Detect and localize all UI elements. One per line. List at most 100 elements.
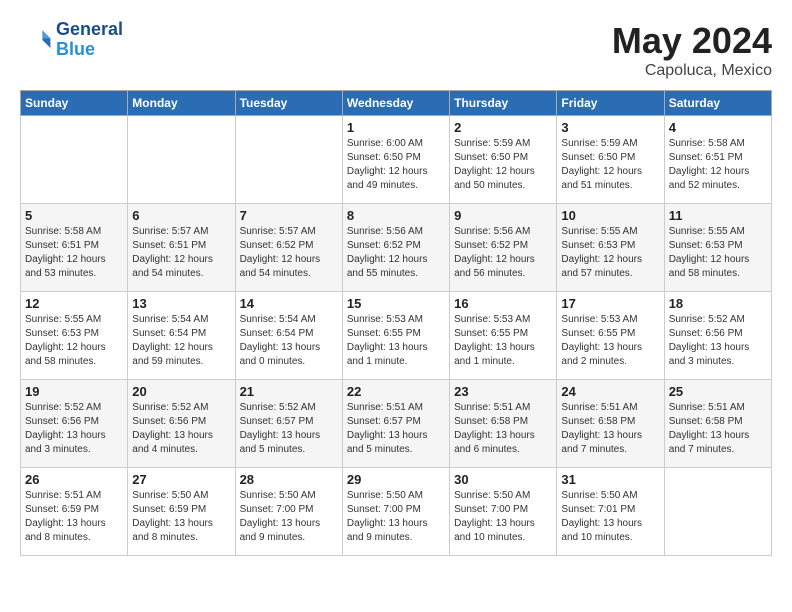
day-number: 10 [561,208,659,223]
calendar-cell: 3 Sunrise: 5:59 AMSunset: 6:50 PMDaylight… [557,116,664,204]
day-number: 21 [240,384,338,399]
day-info: Sunrise: 5:51 AMSunset: 6:59 PMDaylight:… [25,489,123,545]
calendar-cell [21,116,128,204]
calendar-week-row: 19 Sunrise: 5:52 AMSunset: 6:56 PMDayligh… [21,380,772,468]
day-number: 27 [132,472,230,487]
calendar-cell: 14Sunrise: 5:54 AMSunset: 6:54 PMDayligh… [235,292,342,380]
calendar-cell: 8 Sunrise: 5:56 AMSunset: 6:52 PMDaylight… [342,204,449,292]
location: Capoluca, Mexico [612,62,772,80]
day-info: Sunrise: 5:52 AMSunset: 6:57 PMDaylight:… [240,401,338,457]
day-info: Sunrise: 5:50 AMSunset: 7:00 PMDaylight:… [454,489,552,545]
day-info: Sunrise: 5:56 AMSunset: 6:52 PMDaylight:… [347,225,445,281]
day-info: Sunrise: 5:55 AMSunset: 6:53 PMDaylight:… [669,225,767,281]
day-info: Sunrise: 6:00 AMSunset: 6:50 PMDaylight:… [347,137,445,193]
day-number: 2 [454,120,552,135]
month-year: May 2024 [612,20,772,62]
day-number: 15 [347,296,445,311]
calendar-cell: 9Sunrise: 5:56 AMSunset: 6:52 PMDaylight… [450,204,557,292]
calendar-cell [664,468,771,556]
calendar-cell: 18Sunrise: 5:52 AMSunset: 6:56 PMDayligh… [664,292,771,380]
day-number: 7 [240,208,338,223]
calendar-cell: 4 Sunrise: 5:58 AMSunset: 6:51 PMDaylight… [664,116,771,204]
weekday-header-saturday: Saturday [664,91,771,116]
calendar-cell: 25 Sunrise: 5:51 AMSunset: 6:58 PMDayligh… [664,380,771,468]
day-info: Sunrise: 5:51 AMSunset: 6:58 PMDaylight:… [669,401,767,457]
day-info: Sunrise: 5:57 AMSunset: 6:52 PMDaylight:… [240,225,338,281]
day-info: Sunrise: 5:59 AMSunset: 6:50 PMDaylight:… [454,137,552,193]
logo-text-general: General [56,20,123,40]
calendar-cell: 21 Sunrise: 5:52 AMSunset: 6:57 PMDayligh… [235,380,342,468]
day-info: Sunrise: 5:52 AMSunset: 6:56 PMDaylight:… [132,401,230,457]
day-info: Sunrise: 5:55 AMSunset: 6:53 PMDaylight:… [561,225,659,281]
calendar-cell [235,116,342,204]
day-info: Sunrise: 5:50 AMSunset: 7:01 PMDaylight:… [561,489,659,545]
calendar-cell: 13 Sunrise: 5:54 AMSunset: 6:54 PMDayligh… [128,292,235,380]
logo-text-blue: Blue [56,40,123,60]
day-info: Sunrise: 5:59 AMSunset: 6:50 PMDaylight:… [561,137,659,193]
day-number: 18 [669,296,767,311]
calendar-cell: 20 Sunrise: 5:52 AMSunset: 6:56 PMDayligh… [128,380,235,468]
calendar-cell: 16 Sunrise: 5:53 AMSunset: 6:55 PMDayligh… [450,292,557,380]
weekday-header-wednesday: Wednesday [342,91,449,116]
day-number: 14 [240,296,338,311]
weekday-header-row: SundayMondayTuesdayWednesdayThursdayFrid… [21,91,772,116]
calendar-cell: 28Sunrise: 5:50 AMSunset: 7:00 PMDayligh… [235,468,342,556]
day-info: Sunrise: 5:56 AMSunset: 6:52 PMDaylight:… [454,225,552,281]
day-number: 17 [561,296,659,311]
day-number: 3 [561,120,659,135]
calendar-cell: 5 Sunrise: 5:58 AMSunset: 6:51 PMDaylight… [21,204,128,292]
calendar-table: SundayMondayTuesdayWednesdayThursdayFrid… [20,90,772,556]
day-number: 12 [25,296,123,311]
calendar-cell: 6 Sunrise: 5:57 AMSunset: 6:51 PMDaylight… [128,204,235,292]
calendar-cell: 10 Sunrise: 5:55 AMSunset: 6:53 PMDayligh… [557,204,664,292]
day-number: 26 [25,472,123,487]
day-info: Sunrise: 5:54 AMSunset: 6:54 PMDaylight:… [132,313,230,369]
day-number: 5 [25,208,123,223]
calendar-cell: 29 Sunrise: 5:50 AMSunset: 7:00 PMDayligh… [342,468,449,556]
day-info: Sunrise: 5:58 AMSunset: 6:51 PMDaylight:… [669,137,767,193]
day-number: 6 [132,208,230,223]
day-info: Sunrise: 5:57 AMSunset: 6:51 PMDaylight:… [132,225,230,281]
weekday-header-friday: Friday [557,91,664,116]
calendar-week-row: 12 Sunrise: 5:55 AMSunset: 6:53 PMDayligh… [21,292,772,380]
day-number: 30 [454,472,552,487]
day-number: 4 [669,120,767,135]
day-info: Sunrise: 5:51 AMSunset: 6:57 PMDaylight:… [347,401,445,457]
month-title: May 2024 Capoluca, Mexico [612,20,772,80]
day-number: 22 [347,384,445,399]
day-number: 11 [669,208,767,223]
weekday-header-thursday: Thursday [450,91,557,116]
logo: General Blue [20,20,123,60]
calendar-cell: 26 Sunrise: 5:51 AMSunset: 6:59 PMDayligh… [21,468,128,556]
calendar-cell: 22 Sunrise: 5:51 AMSunset: 6:57 PMDayligh… [342,380,449,468]
day-info: Sunrise: 5:50 AMSunset: 7:00 PMDaylight:… [240,489,338,545]
day-info: Sunrise: 5:50 AMSunset: 7:00 PMDaylight:… [347,489,445,545]
day-number: 20 [132,384,230,399]
day-number: 19 [25,384,123,399]
day-info: Sunrise: 5:58 AMSunset: 6:51 PMDaylight:… [25,225,123,281]
weekday-header-tuesday: Tuesday [235,91,342,116]
day-info: Sunrise: 5:51 AMSunset: 6:58 PMDaylight:… [561,401,659,457]
calendar-week-row: 26 Sunrise: 5:51 AMSunset: 6:59 PMDayligh… [21,468,772,556]
calendar-cell: 12 Sunrise: 5:55 AMSunset: 6:53 PMDayligh… [21,292,128,380]
calendar-cell: 24Sunrise: 5:51 AMSunset: 6:58 PMDayligh… [557,380,664,468]
calendar-cell: 31Sunrise: 5:50 AMSunset: 7:01 PMDayligh… [557,468,664,556]
calendar-cell: 11 Sunrise: 5:55 AMSunset: 6:53 PMDayligh… [664,204,771,292]
day-number: 13 [132,296,230,311]
logo-icon [20,24,52,56]
calendar-cell: 19Sunrise: 5:52 AMSunset: 6:56 PMDayligh… [21,380,128,468]
day-info: Sunrise: 5:55 AMSunset: 6:53 PMDaylight:… [25,313,123,369]
day-number: 25 [669,384,767,399]
day-info: Sunrise: 5:53 AMSunset: 6:55 PMDaylight:… [454,313,552,369]
day-info: Sunrise: 5:51 AMSunset: 6:58 PMDaylight:… [454,401,552,457]
calendar-cell: 15Sunrise: 5:53 AMSunset: 6:55 PMDayligh… [342,292,449,380]
calendar-cell: 1Sunrise: 6:00 AMSunset: 6:50 PMDaylight… [342,116,449,204]
day-number: 29 [347,472,445,487]
calendar-week-row: 5 Sunrise: 5:58 AMSunset: 6:51 PMDaylight… [21,204,772,292]
calendar-cell: 27 Sunrise: 5:50 AMSunset: 6:59 PMDayligh… [128,468,235,556]
day-number: 8 [347,208,445,223]
day-number: 16 [454,296,552,311]
day-info: Sunrise: 5:50 AMSunset: 6:59 PMDaylight:… [132,489,230,545]
weekday-header-monday: Monday [128,91,235,116]
day-info: Sunrise: 5:53 AMSunset: 6:55 PMDaylight:… [561,313,659,369]
